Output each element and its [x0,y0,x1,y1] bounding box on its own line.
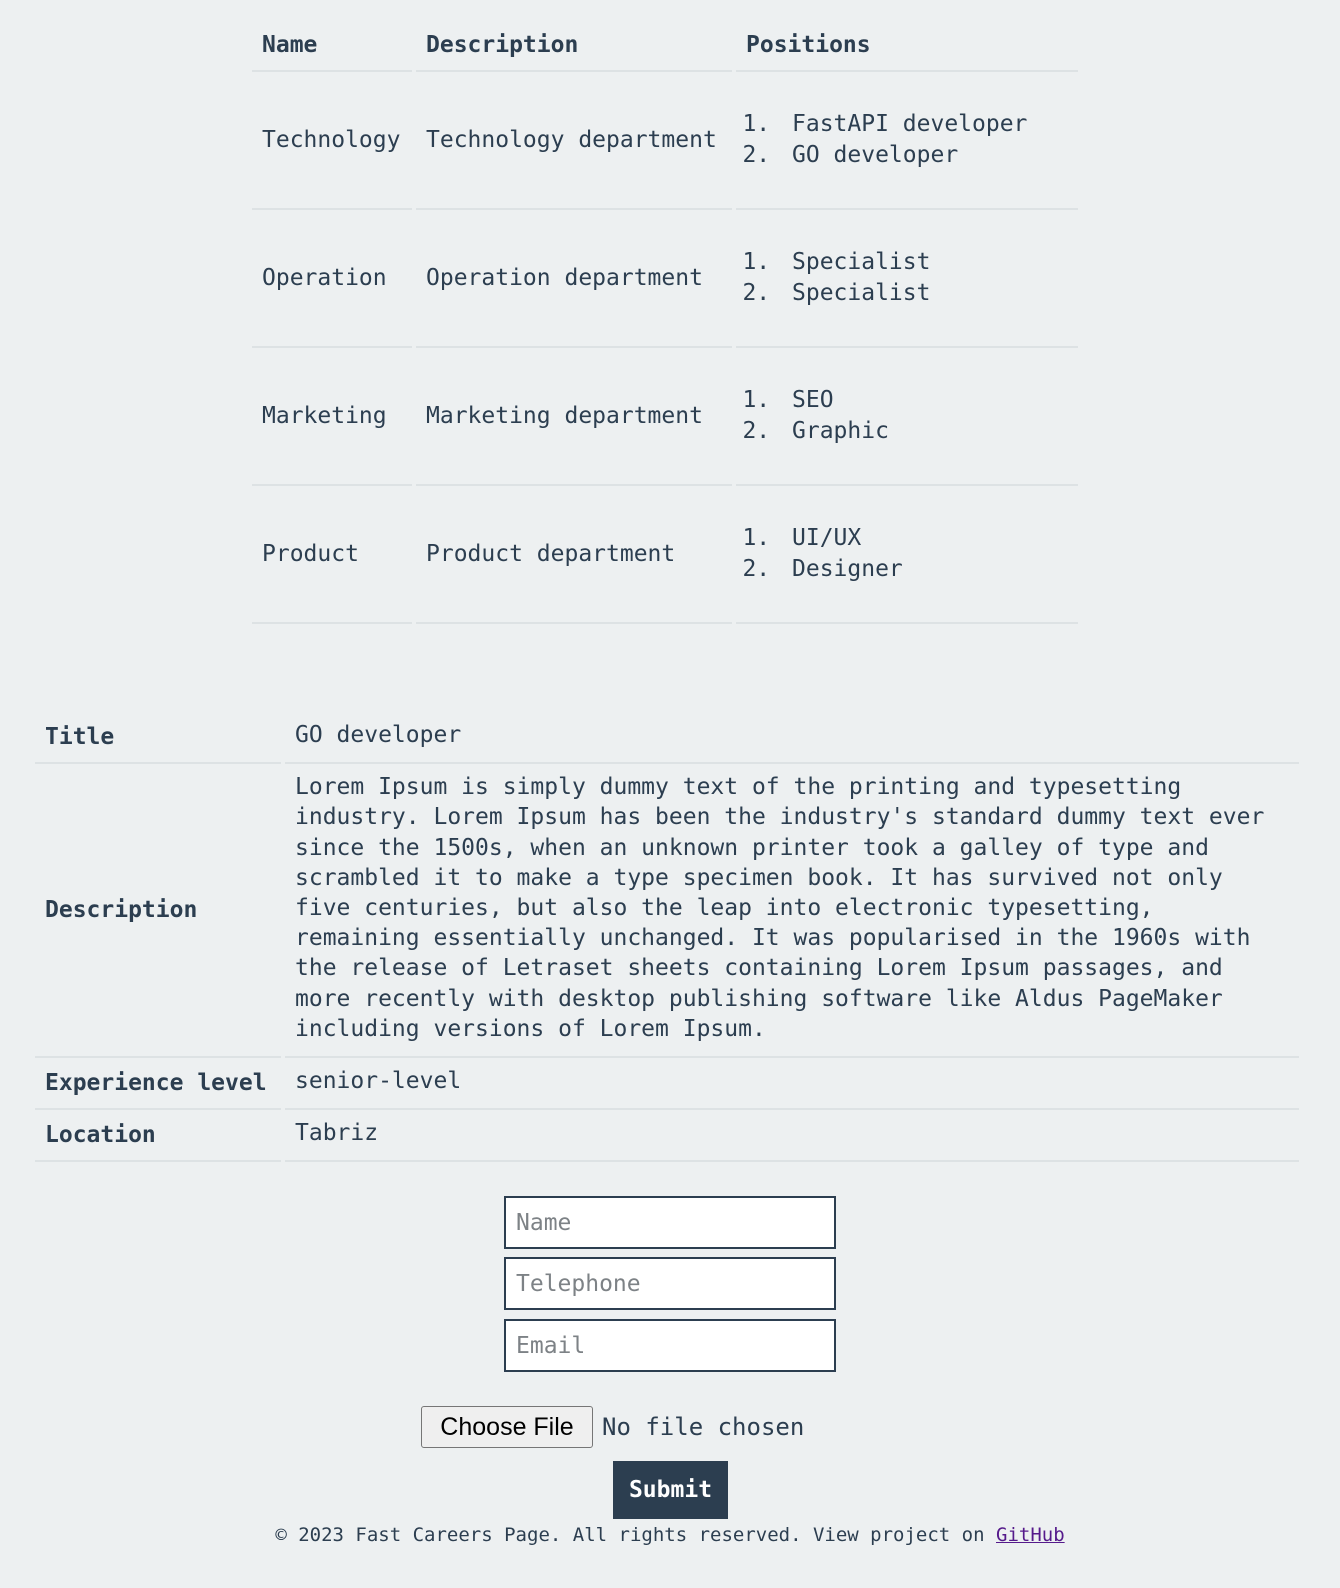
file-upload: Choose File No file chosen [421,1405,804,1449]
departments-header-row: Name Description Positions [252,20,1078,72]
job-details-table: Title GO developer Description Lorem Ips… [31,712,1303,1163]
departments-table: Name Description Positions Technology Te… [248,20,1082,624]
list-item: SEO [784,385,1068,416]
department-name: Product [252,486,412,624]
list-item: Designer [784,554,1068,585]
department-positions: SEO Graphic [736,348,1078,486]
github-link[interactable]: GitHub [996,1524,1065,1546]
job-location-label: Location [35,1110,281,1163]
name-field[interactable] [504,1196,836,1249]
job-location-value: Tabriz [285,1110,1299,1163]
department-description: Technology department [416,72,732,210]
department-description: Operation department [416,210,732,348]
positions-list: Specialist Specialist [750,247,1068,309]
file-status-text: No file chosen [602,1413,805,1441]
footer: © 2023 Fast Careers Page. All rights res… [0,1524,1340,1546]
submit-button[interactable]: Submit [613,1461,728,1519]
column-header-positions: Positions [736,20,1078,72]
list-item: GO developer [784,140,1068,171]
table-row: Technology Technology department FastAPI… [252,72,1078,210]
department-name: Operation [252,210,412,348]
footer-text: © 2023 Fast Careers Page. All rights res… [275,1524,996,1546]
positions-list: FastAPI developer GO developer [750,109,1068,171]
department-name: Technology [252,72,412,210]
list-item: UI/UX [784,523,1068,554]
job-description-row: Description Lorem Ipsum is simply dummy … [35,764,1299,1059]
table-row: Product Product department UI/UX Designe… [252,486,1078,624]
job-description-value: Lorem Ipsum is simply dummy text of the … [285,764,1299,1059]
job-experience-value: senior-level [285,1058,1299,1111]
list-item: Graphic [784,416,1068,447]
list-item: FastAPI developer [784,109,1068,140]
list-item: Specialist [784,278,1068,309]
job-title-row: Title GO developer [35,712,1299,765]
list-item: Specialist [784,247,1068,278]
column-header-description: Description [416,20,732,72]
department-name: Marketing [252,348,412,486]
job-experience-row: Experience level senior-level [35,1058,1299,1111]
department-positions: Specialist Specialist [736,210,1078,348]
job-title-label: Title [35,712,281,765]
job-experience-label: Experience level [35,1058,281,1111]
table-row: Marketing Marketing department SEO Graph… [252,348,1078,486]
choose-file-button[interactable]: Choose File [421,1406,593,1448]
table-row: Operation Operation department Specialis… [252,210,1078,348]
job-location-row: Location Tabriz [35,1110,1299,1163]
positions-list: SEO Graphic [750,385,1068,447]
telephone-field[interactable] [504,1257,836,1310]
department-positions: FastAPI developer GO developer [736,72,1078,210]
positions-list: UI/UX Designer [750,523,1068,585]
job-description-label: Description [35,764,281,1059]
column-header-name: Name [252,20,412,72]
department-description: Marketing department [416,348,732,486]
email-field[interactable] [504,1319,836,1372]
job-title-value: GO developer [285,712,1299,765]
department-description: Product department [416,486,732,624]
department-positions: UI/UX Designer [736,486,1078,624]
